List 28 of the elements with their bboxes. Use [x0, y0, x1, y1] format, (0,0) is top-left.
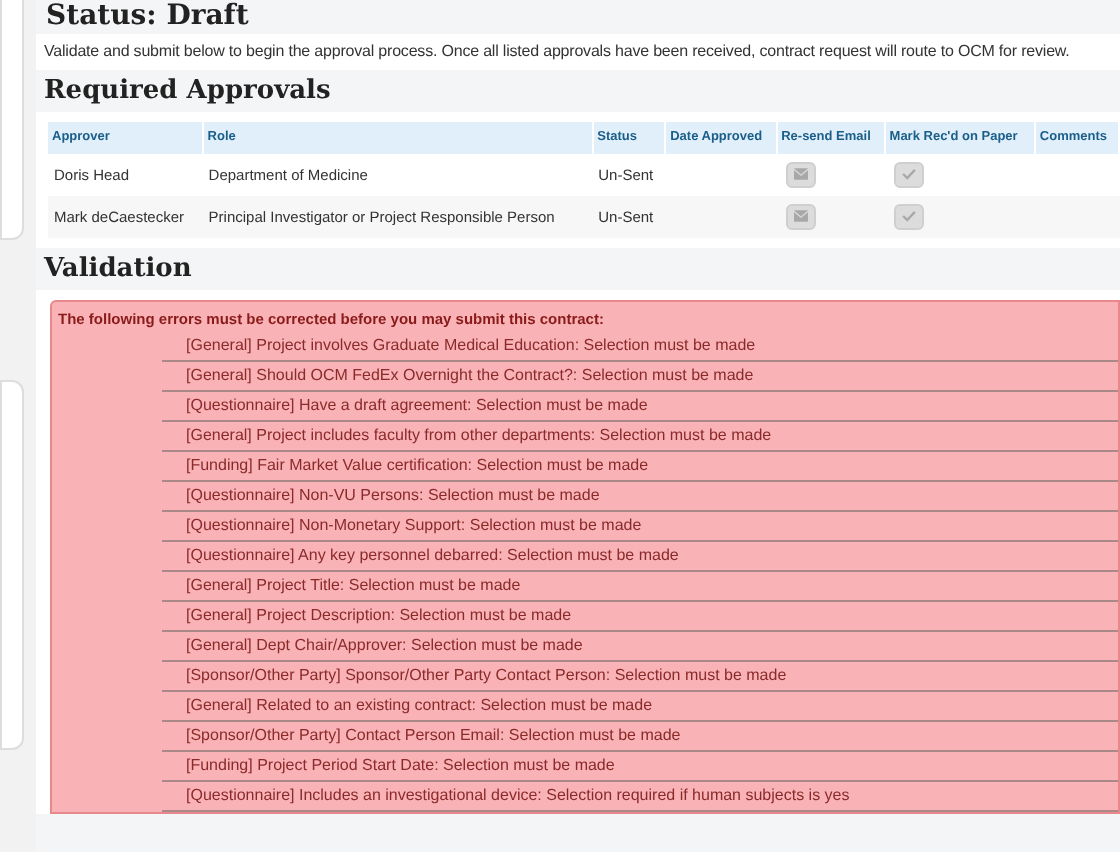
envelope-icon: [794, 168, 809, 181]
check-icon: [902, 210, 917, 223]
mark-received-button[interactable]: [894, 161, 925, 188]
mark-received-button[interactable]: [894, 203, 925, 230]
section-heading: Validation: [41, 251, 194, 288]
error-item: [General] Project involves Graduate Medical Education: Selection must be made: [162, 331, 1118, 362]
error-item: [Funding] Fair Market Value certification: Selection must be made: [162, 451, 1118, 482]
error-item: [General] Project Title: Selection must be made: [162, 571, 1118, 602]
error-item: [Questionnaire] Non-Monetary Support: Selection must be made: [162, 511, 1118, 542]
error-item: [Sponsor/Other Party] Contact Person Email: Selection must be made: [162, 721, 1118, 752]
error-item: [General] Dept Chair/Approver: Selection must be made: [162, 631, 1118, 662]
error-item: [Sponsor/Other Party] Sponsor/Other Party Contact Person: Selection must be made: [162, 661, 1118, 692]
error-item: [Questionnaire] Non-VU Persons: Selection must be made: [162, 481, 1118, 512]
intro-text: Validate and submit below to begin the approval process. Once all listed approvals have been received, contract request will route to OCM for review.: [36, 34, 1120, 70]
error-item: [General] Should OCM FedEx Overnight the Contract?: Selection must be made: [162, 361, 1118, 392]
status-heading: Status: Draft: [44, 0, 251, 34]
error-item: [Funding] Project Period Start Date: Selection must be made: [162, 751, 1118, 782]
resend-email-button[interactable]: [786, 203, 817, 230]
check-icon: [902, 168, 917, 181]
section-heading: Required Approvals: [42, 74, 333, 110]
error-item: [General] Project Description: Selection must be made: [162, 601, 1118, 632]
error-item: [Questionnaire] Have a draft agreement: Selection must be made: [162, 391, 1118, 422]
error-item: [General] Project includes faculty from other departments: Selection must be made: [162, 421, 1118, 452]
error-item: [Questionnaire] Any key personnel debarred: Selection must be made: [162, 541, 1118, 572]
envelope-icon: [794, 210, 809, 223]
error-item: [Questionnaire] Includes an investigational device: Selection required if human subjects is yes: [162, 781, 1118, 812]
resend-email-button[interactable]: [786, 161, 817, 188]
error-item: [General] Related to an existing contract: Selection must be made: [162, 691, 1118, 722]
